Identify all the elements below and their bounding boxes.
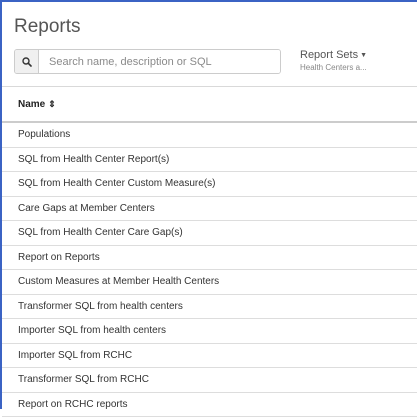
table-row[interactable]: Transformer SQL from RCHC (2, 368, 417, 393)
row-name: Report on RCHC reports (18, 399, 127, 410)
row-name: Importer SQL from health centers (18, 325, 166, 336)
table-row[interactable]: Report on RCHC reports (2, 393, 417, 417)
table-row[interactable]: Importer SQL from health centers (2, 319, 417, 344)
table-row[interactable]: Populations (2, 123, 417, 148)
row-name: SQL from Health Center Custom Measure(s) (18, 178, 215, 189)
column-header-label: Name (18, 99, 45, 110)
reports-panel: Reports Report Sets ▼ Health Centers a..… (0, 0, 417, 409)
row-name: Importer SQL from RCHC (18, 350, 132, 361)
row-name: Transformer SQL from health centers (18, 301, 183, 312)
table-row[interactable]: Care Gaps at Member Centers (2, 197, 417, 222)
page-title: Reports (14, 16, 81, 38)
table-row[interactable]: SQL from Health Center Care Gap(s) (2, 221, 417, 246)
report-sets-label: Report Sets (300, 49, 358, 61)
table-row[interactable]: SQL from Health Center Custom Measure(s) (2, 172, 417, 197)
row-name: Custom Measures at Member Health Centers (18, 276, 219, 287)
report-sets-selected: Health Centers a... (300, 63, 367, 72)
search-box (14, 49, 281, 74)
caret-down-icon: ▼ (360, 52, 367, 59)
row-name: Transformer SQL from RCHC (18, 374, 149, 385)
row-name: SQL from Health Center Care Gap(s) (18, 227, 183, 238)
row-name: SQL from Health Center Report(s) (18, 154, 169, 165)
table-row[interactable]: Report on Reports (2, 246, 417, 271)
row-name: Populations (18, 129, 70, 140)
table-row[interactable]: SQL from Health Center Report(s) (2, 148, 417, 173)
table-row[interactable]: Custom Measures at Member Health Centers (2, 270, 417, 295)
search-input[interactable] (39, 50, 280, 73)
row-name: Care Gaps at Member Centers (18, 203, 155, 214)
table-row[interactable]: Importer SQL from RCHC (2, 344, 417, 369)
search-icon[interactable] (15, 50, 39, 73)
sort-icon[interactable]: ⇕ (48, 99, 56, 110)
row-name: Report on Reports (18, 252, 100, 263)
report-sets-dropdown[interactable]: Report Sets ▼ Health Centers a... (300, 49, 367, 72)
column-header-name[interactable]: Name ⇕ (2, 87, 417, 123)
report-sets-label-wrap: Report Sets ▼ (300, 49, 367, 61)
reports-table: Name ⇕ Populations SQL from Health Cente… (2, 87, 417, 417)
table-row[interactable]: Transformer SQL from health centers (2, 295, 417, 320)
